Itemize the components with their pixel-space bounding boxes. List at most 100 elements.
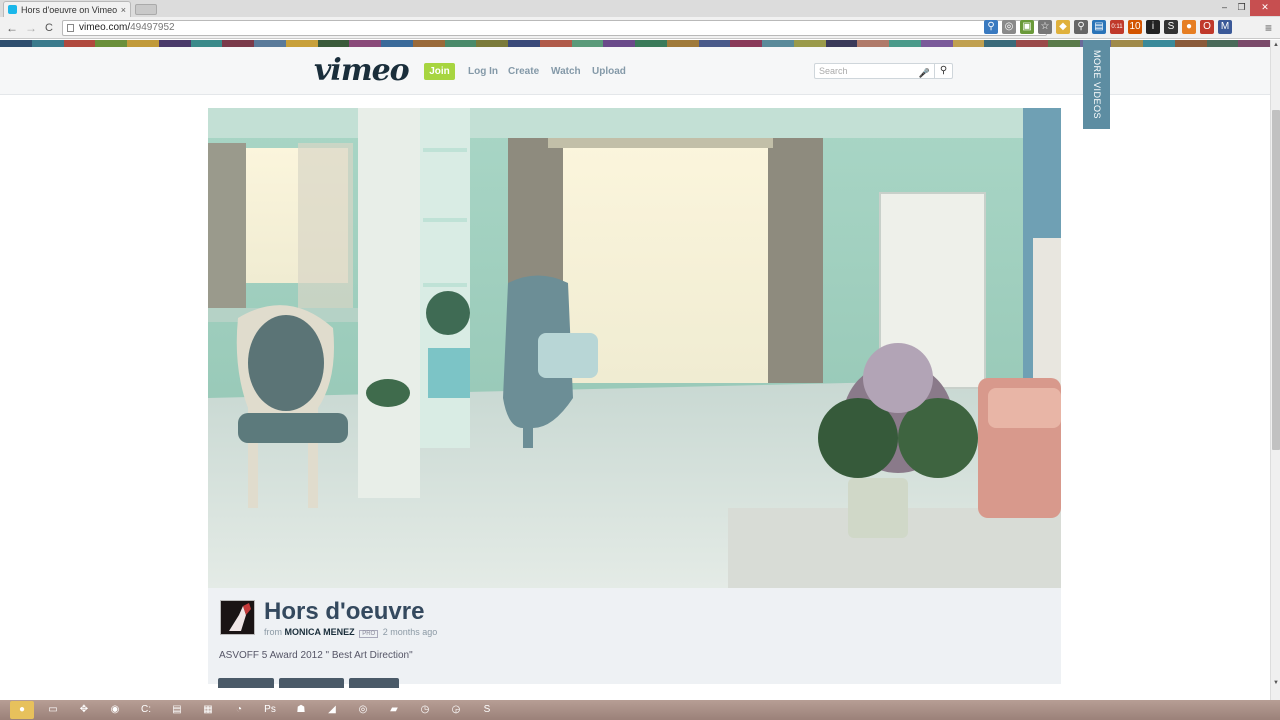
stripe-segment: [698, 40, 731, 47]
stripe-segment: [31, 40, 64, 47]
stripe-segment: [984, 40, 1016, 47]
stripe-segment: [571, 40, 604, 47]
timer-task[interactable]: ◶: [444, 701, 468, 719]
nav-create[interactable]: Create: [508, 66, 539, 77]
stripe-segment: [920, 40, 953, 47]
skype-task[interactable]: S: [475, 701, 499, 719]
ext-opera-icon[interactable]: O: [1200, 20, 1214, 34]
stripe-segment: [158, 40, 191, 47]
stripe-segment: [825, 40, 858, 47]
stripe-segment: [1047, 40, 1080, 47]
later-button[interactable]: [279, 678, 344, 688]
ext-s-icon[interactable]: S: [1164, 20, 1178, 34]
ext-info-icon[interactable]: i: [1146, 20, 1160, 34]
clock-task[interactable]: ◷: [413, 701, 437, 719]
stripe-segment: [857, 40, 889, 47]
ext-screen-icon[interactable]: ▤: [1092, 20, 1106, 34]
stripe-segment: [190, 40, 223, 47]
stripe-segment: [1016, 40, 1048, 47]
ext-folder-icon[interactable]: ◆: [1056, 20, 1070, 34]
stripe-segment: [730, 40, 762, 47]
search-icon: ⚲: [939, 65, 948, 76]
cmd-task[interactable]: C:: [134, 701, 158, 719]
robot-task[interactable]: ☗: [289, 701, 313, 719]
stripe-segment: [0, 40, 32, 47]
avatar-image: [229, 603, 251, 631]
ext-badge-icon[interactable]: 10: [1128, 20, 1142, 34]
stripe-segment: [476, 40, 508, 47]
browser-task[interactable]: ◔: [227, 701, 251, 719]
app-task-1[interactable]: ✥: [72, 701, 96, 719]
translate-icon[interactable]: ⚲: [984, 20, 998, 34]
video-title: Hors d'oeuvre: [264, 598, 425, 625]
chrome-task[interactable]: ◎: [351, 701, 375, 719]
vimeo-logo[interactable]: vimeo: [314, 53, 410, 88]
close-window-button[interactable]: ✕: [1250, 0, 1280, 16]
video-frame-image: [208, 108, 1061, 588]
minimize-button[interactable]: –: [1216, 0, 1233, 16]
new-tab-button[interactable]: [135, 4, 157, 15]
stripe-segment: [222, 40, 254, 47]
browser-tab[interactable]: Hors d'oeuvre on Vimeo ×: [3, 1, 131, 17]
reload-button[interactable]: C: [45, 21, 53, 35]
ext-cookie-icon[interactable]: ●: [1182, 20, 1196, 34]
join-button[interactable]: Join: [424, 63, 455, 80]
browser-tab-bar: Hors d'oeuvre on Vimeo × – ❐ ✕: [0, 0, 1280, 17]
stripe-segment: [444, 40, 477, 47]
byline: from MONICA MENEZ PRO 2 months ago: [264, 627, 437, 638]
page-scrollbar[interactable]: ▲ ▼: [1270, 40, 1280, 700]
stripe-segment: [1174, 40, 1207, 47]
scroll-up-icon[interactable]: ▲: [1271, 42, 1280, 48]
stripe-segment: [762, 40, 794, 47]
app-task-2[interactable]: ◉: [103, 701, 127, 719]
video-info-panel: Hors d'oeuvre from MONICA MENEZ PRO 2 mo…: [208, 588, 1061, 688]
bookmark-star-icon[interactable]: ☆: [1038, 20, 1052, 34]
explorer-task[interactable]: ▭: [41, 701, 65, 719]
microphone-icon[interactable]: 🎤: [919, 66, 930, 80]
video-player[interactable]: [208, 108, 1061, 588]
stripe-segment: [317, 40, 350, 47]
restore-button[interactable]: ❐: [1233, 0, 1250, 16]
ext-counter-icon[interactable]: 0:11: [1110, 20, 1124, 34]
doc-task[interactable]: ▦: [196, 701, 220, 719]
cast-icon[interactable]: ▣: [1020, 20, 1034, 34]
notes-task[interactable]: ▤: [165, 701, 189, 719]
author-link[interactable]: MONICA MENEZ: [285, 627, 355, 637]
nav-upload[interactable]: Upload: [592, 66, 626, 77]
nav-watch[interactable]: Watch: [551, 66, 581, 77]
stripe-segment: [1206, 40, 1239, 47]
like-button[interactable]: [218, 678, 274, 688]
windows-taskbar: ● ▭ ✥ ◉ C: ▤ ▦ ◔ Ps ☗ ◢ ◎ ▰ ◷ ◶ S: [0, 700, 1280, 720]
photoshop-task[interactable]: Ps: [258, 701, 282, 719]
search-button[interactable]: ⚲: [934, 63, 953, 79]
page-action-icon[interactable]: ◎: [1002, 20, 1016, 34]
vimeo-favicon-icon: [8, 5, 17, 14]
avatar[interactable]: [220, 600, 255, 635]
start-button[interactable]: ●: [10, 701, 34, 719]
ext-search-icon[interactable]: ⚲: [1074, 20, 1088, 34]
page-icon: [67, 24, 74, 32]
forward-button[interactable]: →: [25, 21, 37, 35]
more-videos-tab[interactable]: MORE VIDEOS: [1083, 40, 1110, 129]
back-button[interactable]: ←: [6, 21, 18, 35]
folder-task[interactable]: ▰: [382, 701, 406, 719]
url-host: vimeo.com/: [79, 22, 131, 33]
menu-icon[interactable]: ≡: [1265, 21, 1272, 35]
share-button[interactable]: [349, 678, 399, 688]
nav-login[interactable]: Log In: [468, 66, 498, 77]
stripe-segment: [666, 40, 699, 47]
tab-title: Hors d'oeuvre on Vimeo: [21, 4, 118, 15]
upload-time: 2 months ago: [382, 627, 438, 637]
stripe-segment: [381, 40, 413, 47]
scroll-thumb[interactable]: [1272, 110, 1280, 450]
player-task[interactable]: ◢: [320, 701, 344, 719]
stripe-segment: [889, 40, 921, 47]
scroll-down-icon[interactable]: ▼: [1271, 680, 1280, 686]
tab-close-icon[interactable]: ×: [121, 5, 126, 15]
stripe-segment: [1238, 40, 1270, 47]
vimeo-header: vimeo Join Log In Create Watch Upload Se…: [0, 47, 1270, 95]
pro-badge: PRO: [359, 630, 379, 638]
address-bar[interactable]: vimeo.com/49497952: [62, 20, 1047, 36]
gmail-icon[interactable]: M: [1218, 20, 1232, 34]
search-input[interactable]: Search 🎤: [814, 63, 935, 79]
